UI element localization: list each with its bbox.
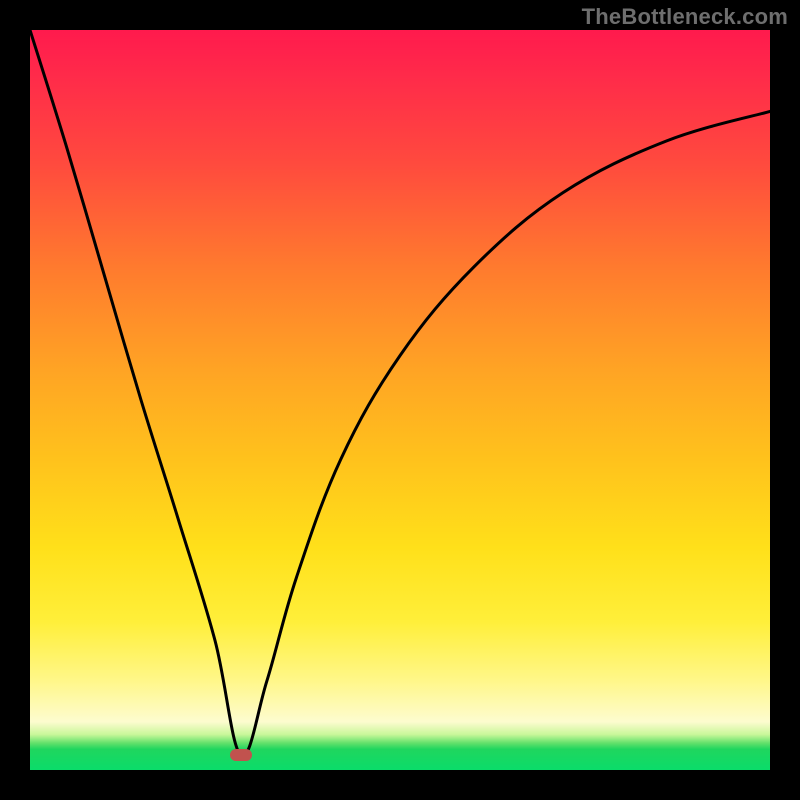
chart-frame: TheBottleneck.com <box>0 0 800 800</box>
plot-area <box>30 30 770 770</box>
dip-marker <box>230 749 252 761</box>
curve-path <box>30 30 770 756</box>
watermark-text: TheBottleneck.com <box>582 4 788 30</box>
bottleneck-curve <box>30 30 770 770</box>
